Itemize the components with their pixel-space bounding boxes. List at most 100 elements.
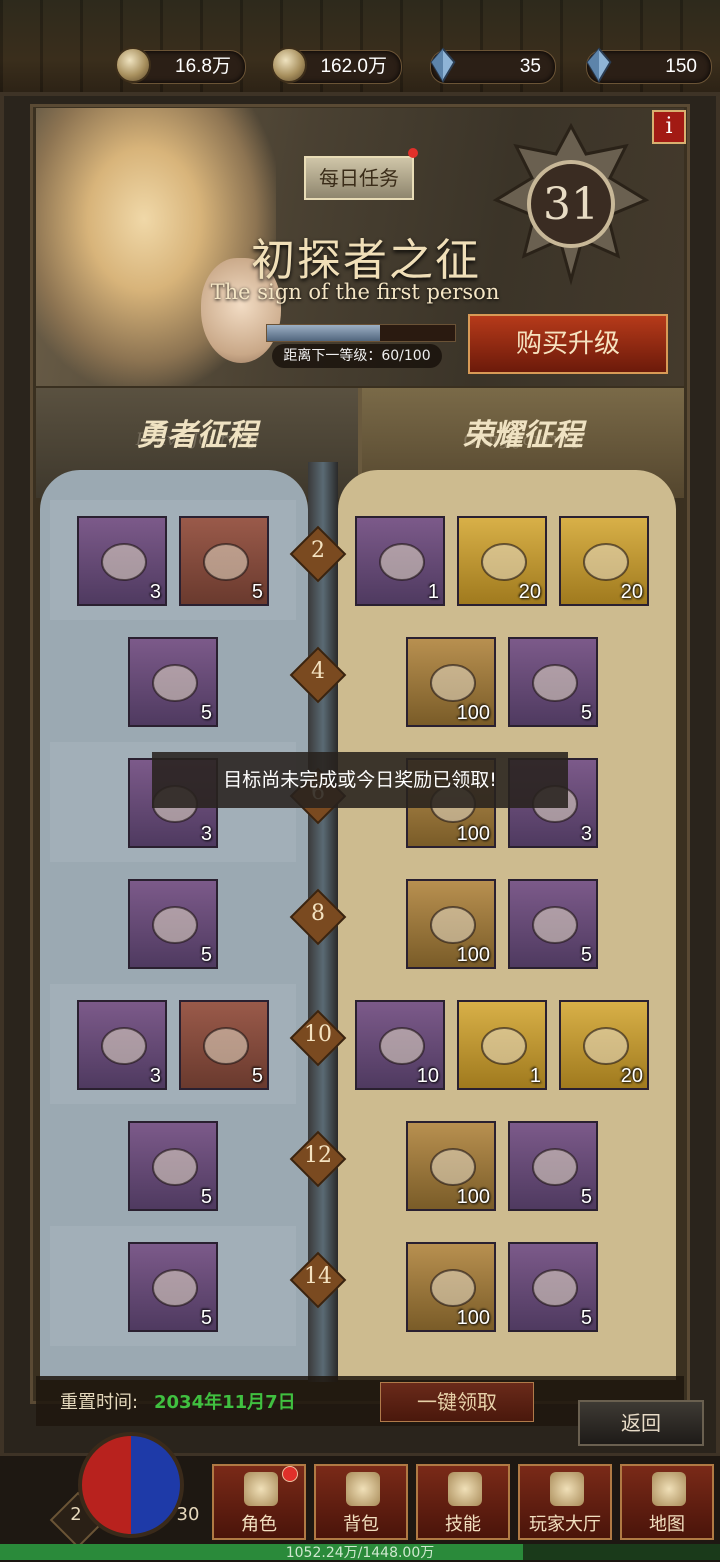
reward-item[interactable]: 5 xyxy=(128,637,218,727)
event-subtitle: The sign of the first person xyxy=(210,280,500,304)
level-marker-number: 14 xyxy=(304,1264,332,1289)
reward-quantity: 3 xyxy=(149,581,161,603)
reward-quantity: 5 xyxy=(200,1186,212,1208)
level-marker-number: 10 xyxy=(304,1022,332,1047)
level-marker-number: 8 xyxy=(311,901,325,926)
nav-label: 背包 xyxy=(343,1514,379,1535)
reward-quantity: 5 xyxy=(200,1307,212,1329)
reward-item[interactable]: 100 xyxy=(406,1242,496,1332)
level-number: 31 xyxy=(543,179,599,230)
reward-item[interactable]: 5 xyxy=(128,1242,218,1332)
claim-all-button[interactable]: 一键领取 xyxy=(380,1382,534,1422)
gem-pouch-icon xyxy=(152,1269,198,1307)
reward-item[interactable]: 1 xyxy=(457,1000,547,1090)
reward-item[interactable]: 5 xyxy=(128,1121,218,1211)
player-level-right: 30 xyxy=(176,1504,200,1525)
reward-item[interactable]: 5 xyxy=(508,637,598,727)
reward-row: 3 5 1 20 20 2 xyxy=(50,500,662,620)
level-progress-bar xyxy=(266,324,456,342)
reward-item[interactable]: 5 xyxy=(508,1242,598,1332)
level-progress-text: 距离下一等级：60/100 xyxy=(272,344,442,368)
reward-item[interactable]: 20 xyxy=(559,516,649,606)
map-icon xyxy=(652,1472,686,1506)
level-marker-number: 12 xyxy=(304,1143,332,1168)
reward-quantity: 5 xyxy=(580,1307,592,1329)
reward-item[interactable]: 5 xyxy=(179,1000,269,1090)
info-button[interactable]: i xyxy=(652,110,686,144)
currency-bar: 16.8万 162.0万 35 150 xyxy=(0,47,720,84)
gem-pouch-icon xyxy=(532,1269,578,1307)
reward-quantity: 100 xyxy=(456,823,490,845)
reward-quantity: 20 xyxy=(620,1065,643,1087)
glory-reward-slot: 100 5 xyxy=(342,1226,662,1346)
reward-item[interactable]: 3 xyxy=(77,1000,167,1090)
reward-quantity: 5 xyxy=(251,1065,263,1087)
green-shard-icon xyxy=(532,664,578,702)
currency-value: 16.8万 xyxy=(175,56,231,77)
nav-lobby-button[interactable]: 玩家大厅 xyxy=(518,1464,612,1540)
reward-quantity: 5 xyxy=(251,581,263,603)
book-icon xyxy=(481,1027,527,1065)
glory-reward-slot: 100 5 xyxy=(342,1105,662,1225)
reward-row: 3 5 10 1 20 10 xyxy=(50,984,662,1104)
currency-gold-1[interactable]: 16.8万 xyxy=(115,47,246,84)
nav-map-button[interactable]: 地图 xyxy=(620,1464,714,1540)
reset-time-label: 重置时间: xyxy=(60,1392,139,1413)
reward-row: 5 100 5 12 xyxy=(50,1105,662,1225)
reward-quantity: 10 xyxy=(416,1065,439,1087)
reward-quantity: 5 xyxy=(200,702,212,724)
brave-reward-slot: 5 xyxy=(50,863,296,983)
scroll-tube-icon xyxy=(101,543,147,581)
gold-coin-icon xyxy=(115,47,151,83)
reward-quantity: 20 xyxy=(620,581,643,603)
gold-coin-icon xyxy=(271,47,307,83)
reward-quantity: 20 xyxy=(518,581,541,603)
reward-row: 5 100 5 8 xyxy=(50,863,662,983)
bronze-medallion-icon xyxy=(203,1027,249,1065)
reward-item[interactable]: 5 xyxy=(508,879,598,969)
green-shard-icon xyxy=(152,906,198,944)
level-progress-fill xyxy=(267,325,380,341)
currency-crystal-2[interactable]: 150 xyxy=(586,47,712,84)
reward-item[interactable]: 20 xyxy=(457,516,547,606)
daily-task-button[interactable]: 每日任务 xyxy=(304,156,414,200)
glory-reward-slot: 100 5 xyxy=(342,863,662,983)
reward-item[interactable]: 100 xyxy=(406,1121,496,1211)
pouch-icon xyxy=(101,1027,147,1065)
reward-item[interactable]: 5 xyxy=(179,516,269,606)
green-shard-icon xyxy=(152,664,198,702)
reward-item[interactable]: 3 xyxy=(77,516,167,606)
reward-quantity: 100 xyxy=(456,1186,490,1208)
brave-reward-slot: 5 xyxy=(50,621,296,741)
back-button[interactable]: 返回 xyxy=(578,1400,704,1446)
reward-item[interactable]: 100 xyxy=(406,637,496,727)
reward-quantity: 100 xyxy=(456,702,490,724)
tab-label: 荣耀征程 xyxy=(463,418,583,453)
glory-reward-slot: 1 20 20 xyxy=(342,500,662,620)
glory-reward-slot: 10 1 20 xyxy=(342,984,662,1104)
glory-reward-slot: 100 5 xyxy=(342,621,662,741)
reward-item[interactable]: 5 xyxy=(508,1121,598,1211)
currency-gold-2[interactable]: 162.0万 xyxy=(271,47,402,84)
reward-quantity: 100 xyxy=(456,944,490,966)
currency-crystal-1[interactable]: 35 xyxy=(430,47,556,84)
reward-item[interactable]: 20 xyxy=(559,1000,649,1090)
reward-quantity: 3 xyxy=(149,1065,161,1087)
currency-value: 35 xyxy=(519,56,541,77)
level-marker-number: 2 xyxy=(311,538,325,563)
reward-item[interactable]: 100 xyxy=(406,879,496,969)
nav-bag-button[interactable]: 背包 xyxy=(314,1464,408,1540)
reward-item[interactable]: 5 xyxy=(128,879,218,969)
nav-label: 玩家大厅 xyxy=(529,1514,601,1535)
reward-quantity: 100 xyxy=(456,1307,490,1329)
skills-icon xyxy=(448,1472,482,1506)
reward-item[interactable]: 1 xyxy=(355,516,445,606)
reward-item[interactable]: 10 xyxy=(355,1000,445,1090)
brave-reward-slot: 5 xyxy=(50,1105,296,1225)
toast-message: 目标尚未完成或今日奖励已领取! xyxy=(152,752,568,808)
buy-upgrade-button[interactable]: 购买升级 xyxy=(468,314,668,374)
nav-skills-button[interactable]: 技能 xyxy=(416,1464,510,1540)
currency-value: 150 xyxy=(665,56,697,77)
reset-time-date: 2034年11月7日 xyxy=(154,1392,296,1413)
reward-row: 5 100 5 14 xyxy=(50,1226,662,1346)
